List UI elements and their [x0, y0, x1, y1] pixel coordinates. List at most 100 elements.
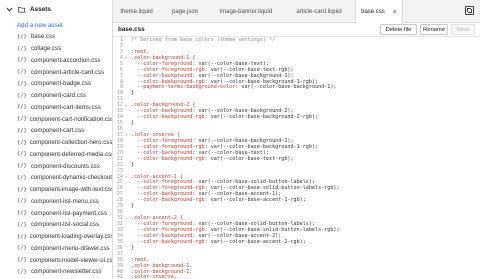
- asset-file-item[interactable]: {/} component-cart-items.css: [0, 102, 112, 114]
- code-token: --color-background-rgb:: [131, 114, 211, 121]
- asset-file-item[interactable]: {/} component-cart-notification.css: [0, 113, 112, 125]
- code-token: var(--color-base-accent-2-rgb);: [210, 238, 306, 245]
- code-text: --color-background-rgb: var(--color-base…: [130, 155, 294, 162]
- code-line[interactable]: 41 .color-inverse,: [113, 274, 480, 279]
- asset-file-item[interactable]: {/} component-model-viewer-ui.css: [0, 254, 112, 266]
- tab-page-json[interactable]: page.json: [162, 0, 208, 23]
- tab-image-banner-liquid[interactable]: image-banner.liquid: [210, 0, 282, 23]
- asset-file-item[interactable]: {/} component-list-payment.css: [0, 207, 112, 219]
- code-file-icon: {/}: [17, 69, 27, 76]
- asset-file-item[interactable]: {/} component-collection-hero.css: [0, 137, 112, 149]
- asset-file-item[interactable]: {/} component-list-social.css: [0, 219, 112, 231]
- asset-file-name: component-menu-drawer.css: [31, 244, 110, 252]
- asset-file-name: component-cart-items.css: [31, 103, 101, 111]
- code-token: var(--color-base-text-rgb);: [210, 155, 294, 162]
- code-file-icon: {/}: [17, 163, 27, 170]
- assets-title: Assets: [30, 6, 51, 13]
- tab-base-css[interactable]: base.css ×: [355, 0, 403, 24]
- asset-file-item[interactable]: {/} component-newsletter.css: [0, 266, 112, 278]
- code-file-icon: {/}: [17, 33, 27, 40]
- code-file-icon: {/}: [17, 221, 27, 228]
- tab-article-card-liquid[interactable]: article-card.liquid: [284, 0, 354, 23]
- code-text: .color-inverse,: [130, 274, 177, 279]
- asset-file-item[interactable]: {/} component-badge.css: [0, 78, 112, 90]
- asset-file-item[interactable]: {/} component-cart.css: [0, 125, 112, 137]
- delete-file-button[interactable]: Delete file: [380, 24, 417, 35]
- tab-label: page.json: [171, 8, 199, 15]
- asset-file-item[interactable]: {/} component-dynamic-checkout: [0, 172, 112, 184]
- add-asset-link[interactable]: Add a new asset: [0, 19, 112, 31]
- asset-file-item[interactable]: {/} component-article-card.css: [0, 66, 112, 78]
- code-file-icon: {/}: [17, 186, 27, 193]
- tab-label: image-banner.liquid: [219, 8, 273, 15]
- asset-file-name: component-badge.css: [31, 80, 91, 88]
- asset-file-name: component-newsletter.css: [31, 268, 102, 276]
- asset-file-item[interactable]: {/} component-deferred-media.css: [0, 149, 112, 161]
- code-editor[interactable]: 1/* Derived from base colors (theme sett…: [113, 37, 480, 279]
- code-file-icon: {/}: [17, 210, 27, 217]
- save-button[interactable]: Save: [451, 24, 475, 35]
- code-file-icon: {/}: [17, 45, 27, 52]
- asset-file-name: component-list-menu.css: [31, 197, 99, 205]
- asset-file-list: {/} base.css {/} collage.css {/} component-ac…: [0, 31, 112, 278]
- code-file-icon: {/}: [17, 257, 27, 264]
- code-file-icon: {/}: [17, 57, 27, 64]
- tab-label: article-card.liquid: [296, 8, 342, 15]
- asset-file-item[interactable]: {/} component-card.css: [0, 90, 112, 102]
- code-token: }: [131, 120, 135, 127]
- fullscreen-icon[interactable]: [465, 6, 474, 15]
- current-filename: base.css: [118, 26, 145, 33]
- code-token: var(--color-base-accent-1-rgb);: [210, 197, 306, 204]
- asset-file-item[interactable]: {/} component-list-menu.css: [0, 196, 112, 208]
- folder-icon: [18, 6, 25, 13]
- code-text: }: [130, 90, 134, 96]
- asset-file-item[interactable]: {/} component-image-with-text.css: [0, 184, 112, 196]
- editor-tab-bar: theme.liquid page.json image-banner.liqu…: [113, 0, 480, 24]
- code-text: }: [130, 120, 134, 126]
- code-text: /* Derived from base colors (theme setti…: [130, 37, 275, 43]
- code-token: var(--color-base-background-1);: [241, 84, 337, 91]
- code-text: --color-background-rgb: var(--color-base…: [130, 114, 318, 120]
- assets-sidebar: Assets Add a new asset {/} base.css {/} col…: [0, 0, 113, 279]
- asset-file-name: component-model-viewer-ui.css: [29, 256, 113, 264]
- tab-label: base.css: [361, 9, 385, 15]
- asset-file-name: component-list-payment.css: [31, 209, 107, 217]
- asset-file-item[interactable]: {/} collage.css: [0, 43, 112, 55]
- asset-file-name: collage.css: [31, 45, 62, 53]
- code-token: --color-background-rgb:: [131, 238, 211, 245]
- asset-file-item[interactable]: {/} base.css: [0, 31, 112, 43]
- close-icon[interactable]: ×: [393, 9, 397, 16]
- asset-file-name: component-list-social.css: [31, 221, 100, 229]
- asset-file-item[interactable]: {/} component-accordion.css: [0, 55, 112, 67]
- code-token: }: [131, 90, 135, 97]
- asset-file-name: component-cart.css: [31, 127, 85, 135]
- asset-file-name: component-accordion.css: [31, 56, 101, 64]
- assets-header[interactable]: Assets: [0, 0, 112, 19]
- code-file-icon: {/}: [17, 245, 27, 252]
- asset-file-name: component-dynamic-checkout: [30, 174, 112, 182]
- asset-file-name: component-loading-overlay.css: [29, 233, 113, 241]
- code-text: }: [130, 162, 134, 168]
- code-file-icon: {/}: [17, 92, 27, 99]
- rename-button[interactable]: Rename: [420, 24, 448, 35]
- code-file-icon: {/}: [17, 104, 27, 111]
- tab-theme-liquid[interactable]: theme.liquid: [113, 0, 160, 23]
- code-token: --color-background-rgb:: [131, 197, 211, 204]
- code-file-icon: {/}: [17, 116, 27, 123]
- code-file-icon: {/}: [17, 127, 27, 134]
- code-token: }: [131, 161, 135, 168]
- asset-file-item[interactable]: {/} component-menu-drawer.css: [0, 243, 112, 255]
- code-token: /* Derived from base colors (theme setti…: [131, 37, 276, 43]
- code-text: }: [130, 203, 134, 209]
- asset-file-item[interactable]: {/} component-loading-overlay.css: [0, 231, 112, 243]
- asset-file-item[interactable]: {/} component-discounts.css: [0, 160, 112, 172]
- tab-label: theme.liquid: [120, 8, 153, 15]
- asset-file-name: component-image-with-text.css: [29, 186, 113, 194]
- code-text: --color-background-rgb: var(--color-base…: [130, 239, 306, 245]
- code-token: var(--color-base-background-2-rgb);: [210, 114, 319, 121]
- code-token: .color-inverse,: [131, 274, 178, 279]
- asset-file-name: component-cart-notification.css: [29, 115, 113, 123]
- code-file-icon: {/}: [17, 268, 27, 275]
- code-file-icon: {/}: [17, 174, 27, 181]
- chevron-down-icon[interactable]: [6, 6, 13, 13]
